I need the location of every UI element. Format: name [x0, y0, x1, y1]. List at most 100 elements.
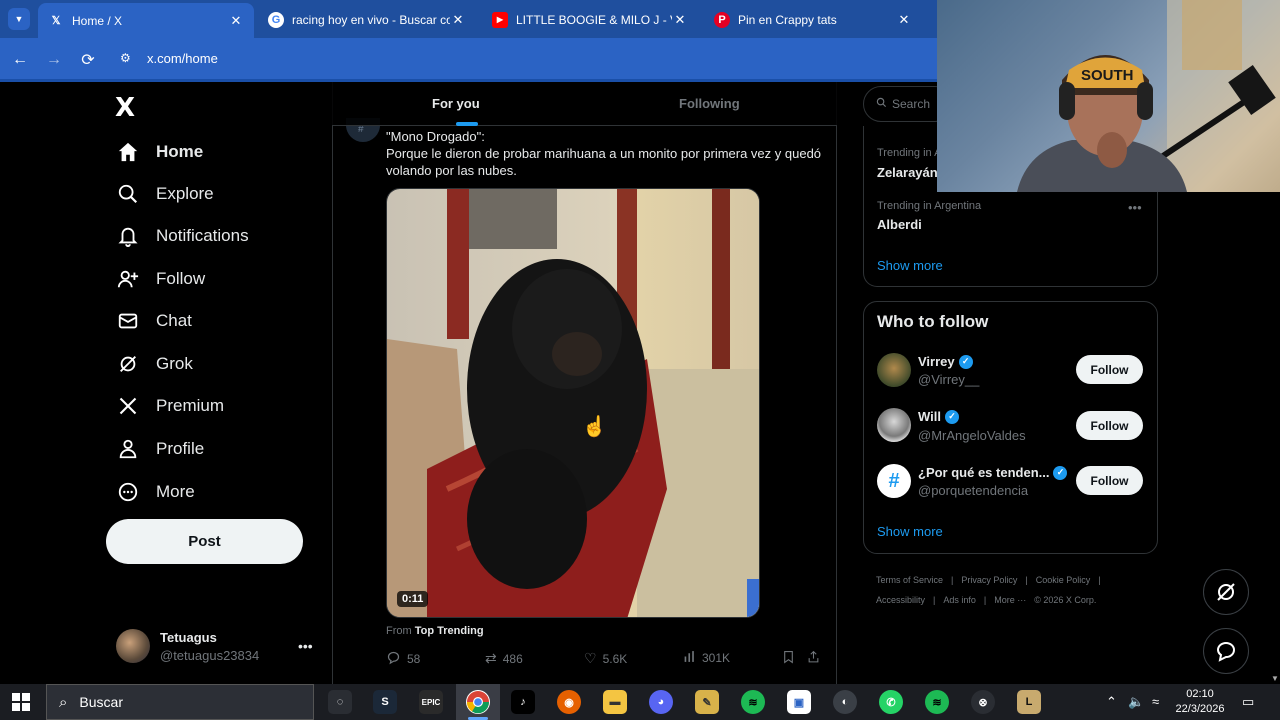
mouse-app-icon[interactable]: ◌	[328, 690, 352, 714]
nav-follow[interactable]: Follow	[116, 264, 205, 294]
nav-profile[interactable]: Profile	[116, 434, 204, 464]
account-avatar[interactable]	[116, 629, 150, 663]
repost-icon: ⇄	[485, 650, 497, 666]
gamepad-app-icon[interactable]: ⊗	[971, 690, 995, 714]
youtube-logo-icon: ▶	[492, 11, 508, 28]
account-name: ¿Por qué es tenden...	[918, 465, 1050, 480]
trend-meta: Trending in A	[877, 147, 942, 159]
messages-fab-button[interactable]	[1203, 628, 1249, 674]
tab-home-x[interactable]: 𝕏 Home / X ✕	[38, 3, 254, 38]
avatar[interactable]	[877, 353, 911, 387]
account-name[interactable]: Tetuagus	[160, 630, 217, 645]
wifi-icon[interactable]: ≈	[1152, 694, 1159, 709]
tweet-text-body: Porque le dieron de probar marihuana a u…	[386, 146, 822, 178]
source-name[interactable]: Top Trending	[415, 625, 484, 637]
tab-google-search[interactable]: G racing hoy en vivo - Buscar con ✕	[258, 5, 476, 34]
trend-item[interactable]: Zelarayán	[877, 165, 938, 180]
follow-suggestion-name[interactable]: Virrey ✓	[918, 354, 973, 369]
footer-link[interactable]: More ···	[994, 595, 1026, 605]
file-explorer-icon[interactable]: ▬	[603, 690, 627, 714]
trend-item[interactable]: Alberdi	[877, 217, 922, 232]
taskbar-search[interactable]: ⌕ Buscar	[46, 684, 314, 720]
spotify-icon[interactable]: ≋	[741, 690, 765, 714]
nav-explore[interactable]: Explore	[116, 179, 214, 209]
nav-chat[interactable]: Chat	[116, 306, 192, 336]
tab-for-you[interactable]: For you	[432, 96, 480, 111]
close-tab-icon[interactable]: ✕	[228, 13, 244, 29]
more-circle-icon	[116, 480, 140, 504]
tab-search-button[interactable]: ▼	[8, 8, 30, 30]
whatsapp-icon[interactable]: ✆	[879, 690, 903, 714]
site-info-icon[interactable]: ⚙	[120, 51, 136, 67]
bar-chart-icon	[683, 650, 696, 666]
repost-button[interactable]: ⇄ 486	[485, 650, 523, 667]
url-field[interactable]: x.com/home	[147, 51, 218, 66]
follow-button[interactable]: Follow	[1076, 411, 1143, 440]
footer-link[interactable]: Terms of Service	[876, 575, 943, 585]
league-of-legends-icon[interactable]: L	[1017, 690, 1041, 714]
like-button[interactable]: ♡ 5.6K	[584, 650, 627, 667]
follow-button[interactable]: Follow	[1076, 355, 1143, 384]
reload-icon[interactable]: ⟳	[76, 48, 100, 72]
account-name: Virrey	[918, 354, 955, 369]
firefox-icon[interactable]: ◉	[557, 690, 581, 714]
nav-grok[interactable]: Grok	[116, 349, 193, 379]
like-count: 5.6K	[602, 651, 628, 666]
more-dots-icon[interactable]: •••	[298, 638, 313, 654]
steam-icon[interactable]: S	[373, 690, 397, 714]
tab-following[interactable]: Following	[679, 96, 740, 111]
follow-suggestion-handle: @Virrey__	[918, 372, 980, 387]
nav-home[interactable]: Home	[116, 137, 203, 167]
footer-link[interactable]: Privacy Policy	[961, 575, 1017, 585]
follow-button[interactable]: Follow	[1076, 466, 1143, 495]
bookmark-button[interactable]	[782, 650, 801, 667]
clock-date: 22/3/2026	[1175, 703, 1225, 715]
windows-start-icon[interactable]	[12, 693, 30, 711]
steam-app-icon[interactable]: ◐	[833, 690, 857, 714]
trends-show-more-link[interactable]: Show more	[877, 258, 943, 273]
footer-link[interactable]: Ads info	[943, 595, 976, 605]
scroll-down-arrow-icon[interactable]: ▼	[1271, 674, 1279, 683]
volume-icon[interactable]: 🔈	[1128, 694, 1144, 710]
close-tab-icon[interactable]: ✕	[450, 12, 466, 28]
x-logo-icon[interactable]: X	[115, 93, 135, 123]
tweet-video[interactable]	[386, 188, 760, 618]
app-window-icon[interactable]: ▣	[787, 690, 811, 714]
nav-label: Profile	[156, 439, 205, 458]
footer-link[interactable]: Accessibility	[876, 595, 925, 605]
close-tab-icon[interactable]: ✕	[672, 12, 688, 28]
more-dots-icon[interactable]: •••	[1128, 200, 1142, 215]
tab-youtube[interactable]: ▶ LITTLE BOOGIE & MILO J - VOY ✕	[482, 5, 698, 34]
nav-more[interactable]: More	[116, 477, 195, 507]
tab-pinterest[interactable]: P Pin en Crappy tats ✕	[704, 5, 922, 34]
nav-premium[interactable]: Premium	[116, 391, 224, 421]
pinterest-logo-icon: P	[714, 11, 730, 28]
share-button[interactable]	[807, 650, 826, 667]
chrome-icon[interactable]	[466, 690, 490, 714]
grok-fab-button[interactable]	[1203, 569, 1249, 615]
x-logo-icon: 𝕏	[51, 15, 61, 27]
taskbar-clock[interactable]: 02:10 22/3/2026	[1168, 687, 1232, 717]
windows-taskbar: ⌕ Buscar ◌ S EPIC ♪ ◉ ▬ ◕ ✎ ≋ ▣ ◐ ✆ ≋ ⊗ …	[0, 684, 1280, 720]
discord-icon[interactable]: ◕	[649, 690, 673, 714]
follow-suggestion-name[interactable]: Will ✓	[918, 409, 959, 424]
who-to-follow-show-more-link[interactable]: Show more	[877, 524, 943, 539]
post-button[interactable]: Post	[106, 519, 303, 564]
footer-link[interactable]: Cookie Policy	[1036, 575, 1091, 585]
tray-chevron-up-icon[interactable]: ⌃	[1106, 694, 1117, 710]
close-tab-icon[interactable]: ✕	[896, 12, 912, 28]
notepad-icon[interactable]: ✎	[695, 690, 719, 714]
avatar[interactable]	[877, 408, 911, 442]
epic-games-icon[interactable]: EPIC	[419, 690, 443, 714]
notification-center-icon[interactable]: ▭	[1242, 694, 1254, 710]
hashtag-avatar-icon[interactable]: #	[877, 464, 911, 498]
reply-button[interactable]: 58	[386, 650, 420, 668]
spotify-icon[interactable]: ≋	[925, 690, 949, 714]
tiktok-icon[interactable]: ♪	[511, 690, 535, 714]
follow-suggestion-name[interactable]: ¿Por qué es tenden... ✓	[918, 465, 1068, 480]
forward-arrow-icon[interactable]: →	[42, 48, 66, 72]
views-button[interactable]: 301K	[683, 650, 730, 666]
back-arrow-icon[interactable]: ←	[8, 48, 32, 72]
nav-notifications[interactable]: Notifications	[116, 221, 249, 251]
footer-separator: |	[983, 595, 987, 605]
